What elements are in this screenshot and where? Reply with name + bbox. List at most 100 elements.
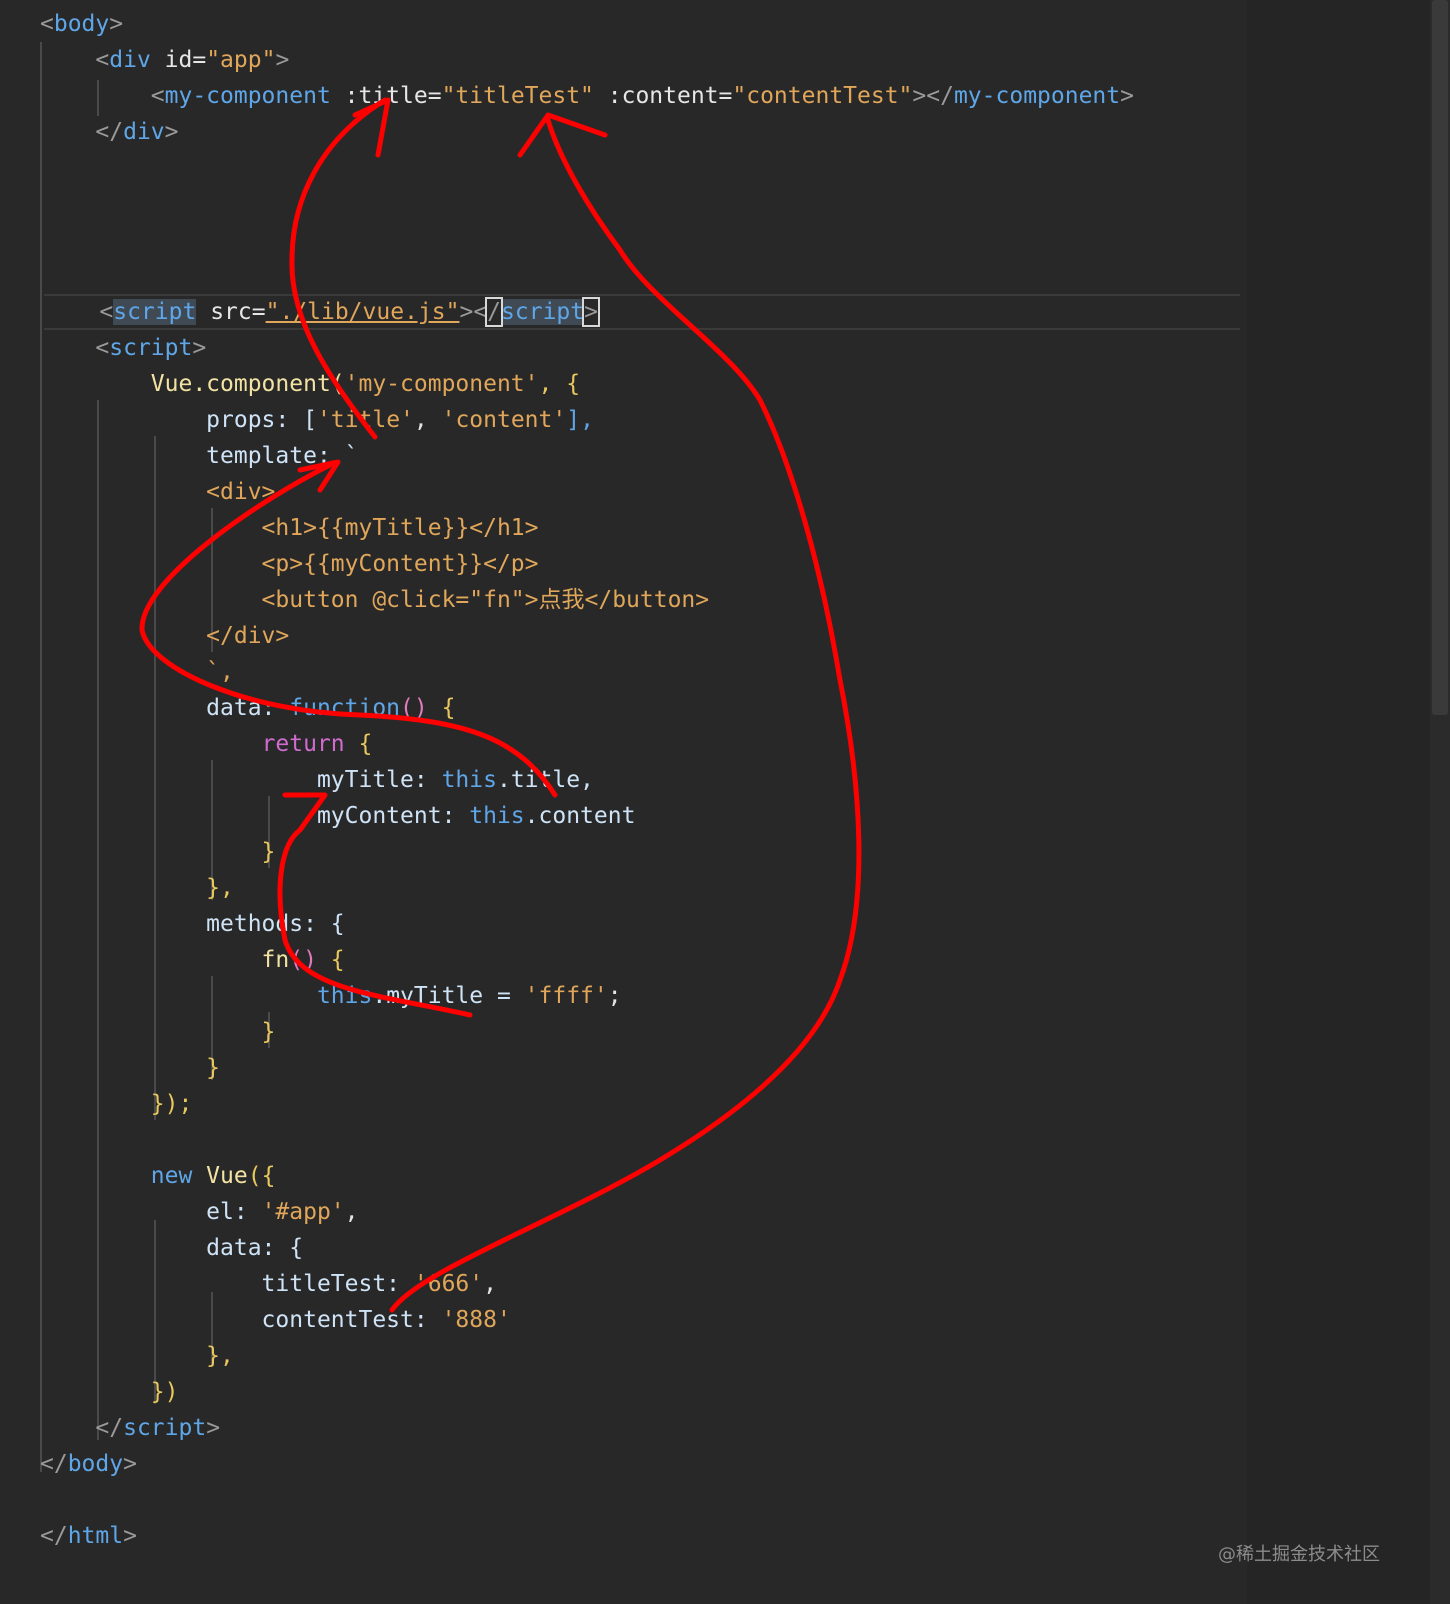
code-line[interactable]: [40, 258, 1240, 294]
token: </: [40, 119, 124, 145]
token: {: [316, 947, 345, 973]
token: <p>{{myContent}}</p>: [40, 551, 539, 577]
code-line-current[interactable]: <script src="./lib/vue.js"></script>: [44, 294, 1240, 330]
code-line[interactable]: </script>: [40, 1410, 1240, 1446]
token: .content: [524, 803, 636, 829]
token: body: [53, 11, 110, 37]
token: 'ffff': [524, 983, 608, 1009]
token: >: [192, 335, 207, 361]
token: "contentTest": [732, 83, 913, 109]
minimap[interactable]: [1247, 0, 1430, 1604]
token: '888': [441, 1307, 511, 1333]
code-line[interactable]: </div>: [40, 618, 1240, 654]
scrollbar-thumb[interactable]: [1432, 0, 1448, 715]
token: >: [123, 1523, 137, 1549]
code-line[interactable]: },: [40, 1338, 1240, 1374]
token: "titleTest": [441, 83, 594, 109]
code-line[interactable]: [40, 222, 1240, 258]
code-line[interactable]: methods: {: [40, 906, 1240, 942]
code-line[interactable]: <button @click="fn">点我</button>: [40, 582, 1240, 618]
code-line[interactable]: return {: [40, 726, 1240, 762]
token: ></: [912, 83, 954, 109]
token: });: [40, 1091, 193, 1117]
token: >: [206, 1415, 221, 1441]
code-line[interactable]: <p>{{myContent}}</p>: [40, 546, 1240, 582]
token: contentTest:: [40, 1307, 442, 1333]
token: ,: [413, 407, 442, 433]
token: >: [109, 11, 124, 37]
code-line[interactable]: props: ['title', 'content'],: [40, 402, 1240, 438]
token: Vue: [192, 1163, 248, 1189]
code-line[interactable]: <h1>{{myTitle}}</h1>: [40, 510, 1240, 546]
token: template: `: [40, 443, 359, 469]
code-line[interactable]: </html>: [40, 1518, 1240, 1554]
token: "./lib/vue.js": [265, 299, 460, 325]
code-line[interactable]: <body>: [40, 6, 1240, 42]
token: <: [40, 47, 110, 73]
token: ;: [607, 983, 622, 1009]
code-line[interactable]: <div id="app">: [40, 42, 1240, 78]
token: el:: [40, 1199, 262, 1225]
token: fn: [40, 947, 290, 973]
code-line[interactable]: },: [40, 870, 1240, 906]
token: , {: [538, 371, 581, 397]
code-line[interactable]: }: [40, 1050, 1240, 1086]
code-line[interactable]: </body>: [40, 1446, 1240, 1482]
code-line[interactable]: this.myTitle = 'ffff';: [40, 978, 1240, 1014]
code-line[interactable]: <div>: [40, 474, 1240, 510]
code-line[interactable]: new Vue({: [40, 1158, 1240, 1194]
code-lines[interactable]: <body> <div id="app"> <my-component :tit…: [40, 6, 1240, 1554]
token: <: [40, 11, 54, 37]
token: </div>: [40, 623, 290, 649]
token: ({: [247, 1163, 276, 1189]
token: my-component: [953, 83, 1121, 109]
token: .myTitle =: [372, 983, 525, 1009]
token: data: {: [40, 1235, 304, 1261]
text-cursor: /: [485, 297, 504, 327]
code-line[interactable]: <my-component :title="titleTest" :conten…: [40, 78, 1240, 114]
code-line[interactable]: myTitle: this.title,: [40, 762, 1240, 798]
token: {: [344, 731, 373, 757]
code-line[interactable]: }: [40, 834, 1240, 870]
code-line[interactable]: `,: [40, 654, 1240, 690]
token: <h1>{{myTitle}}</h1>: [40, 515, 539, 541]
code-line[interactable]: data: {: [40, 1230, 1240, 1266]
code-line[interactable]: <script>: [40, 330, 1240, 366]
code-line[interactable]: contentTest: '888': [40, 1302, 1240, 1338]
token: script: [113, 299, 197, 325]
code-line[interactable]: [40, 1122, 1240, 1158]
token: "app": [206, 47, 276, 73]
code-editor[interactable]: <body> <div id="app"> <my-component :tit…: [0, 0, 1247, 1604]
token: Vue.component(: [40, 371, 345, 397]
code-line[interactable]: template: `: [40, 438, 1240, 474]
code-line[interactable]: fn() {: [40, 942, 1240, 978]
token: (): [289, 947, 317, 973]
token: src=: [196, 299, 266, 325]
token: ,: [483, 1271, 497, 1297]
code-line[interactable]: data: function() {: [40, 690, 1240, 726]
token: >: [123, 1451, 137, 1477]
code-line[interactable]: });: [40, 1086, 1240, 1122]
token: 'content': [441, 407, 567, 433]
token: this: [316, 983, 373, 1009]
code-line[interactable]: [40, 186, 1240, 222]
token: ],: [566, 407, 594, 433]
code-line[interactable]: el: '#app',: [40, 1194, 1240, 1230]
token: }: [40, 1019, 276, 1045]
code-line[interactable]: Vue.component('my-component', {: [40, 366, 1240, 402]
token: div: [109, 47, 151, 73]
code-line[interactable]: [40, 1482, 1240, 1518]
token: }): [40, 1379, 179, 1405]
code-line[interactable]: </div>: [40, 114, 1240, 150]
code-line[interactable]: myContent: this.content: [40, 798, 1240, 834]
token: id=: [150, 47, 207, 73]
token: myContent:: [40, 803, 470, 829]
code-line[interactable]: }): [40, 1374, 1240, 1410]
code-line[interactable]: }: [40, 1014, 1240, 1050]
token: '666': [413, 1271, 484, 1297]
code-line[interactable]: titleTest: '666',: [40, 1266, 1240, 1302]
code-line[interactable]: [40, 150, 1240, 186]
